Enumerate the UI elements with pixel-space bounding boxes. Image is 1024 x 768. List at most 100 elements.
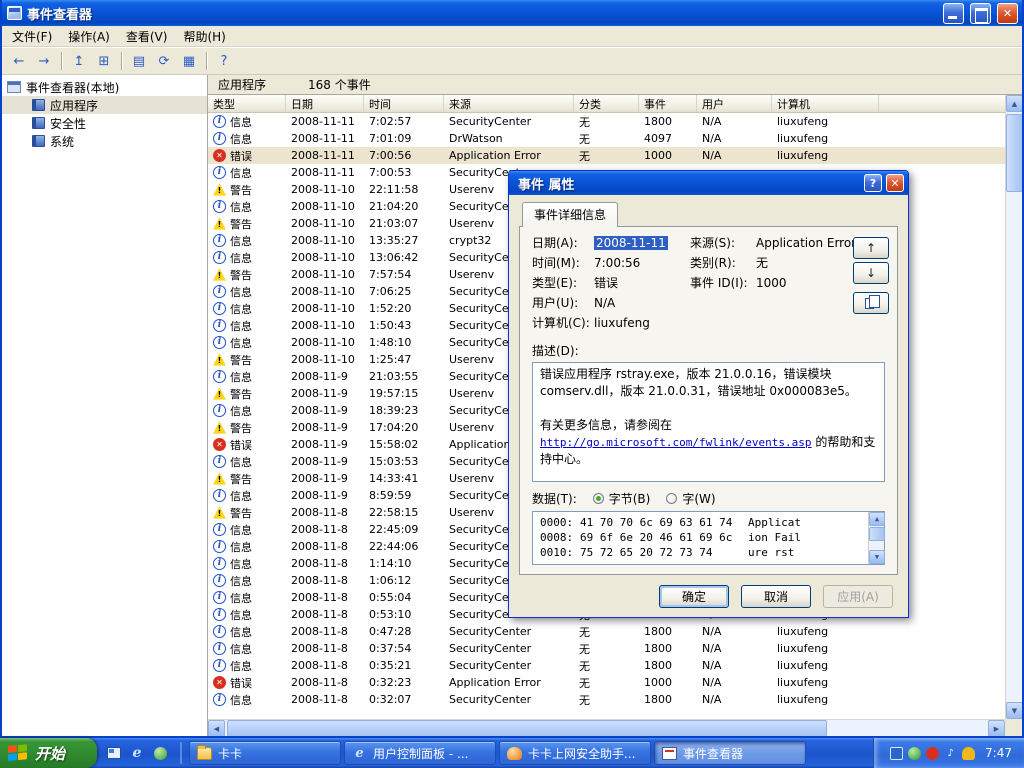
title-bar[interactable]: 事件查看器 ✕: [2, 0, 1022, 26]
event-row[interactable]: ✕错误2008-11-117:00:56Application Error无10…: [208, 147, 1005, 164]
dialog-help-button[interactable]: ?: [864, 174, 882, 192]
cell-event: 1000: [639, 149, 697, 162]
event-row[interactable]: i信息2008-11-117:02:57SecurityCenter无1800N…: [208, 113, 1005, 130]
close-button[interactable]: ✕: [997, 3, 1018, 24]
toolbar-export-list-button[interactable]: ▦: [177, 50, 201, 72]
column-header-time[interactable]: 时间: [364, 95, 444, 112]
vertical-scroll-thumb[interactable]: [1006, 114, 1022, 192]
horizontal-scrollbar[interactable]: ◀ ▶: [208, 719, 1005, 736]
tray-kaka-icon[interactable]: [908, 747, 921, 760]
cell-type: ✕错误: [208, 148, 286, 164]
hex-data-box[interactable]: 0000:41 70 70 6c 69 63 61 74Applicat0008…: [532, 511, 885, 565]
warning-icon: !: [213, 472, 226, 485]
cell-date: 2008-11-8: [286, 659, 364, 672]
menu-item-help[interactable]: 帮助(H): [175, 25, 233, 48]
apply-button: 应用(A): [823, 585, 893, 608]
hex-scroll-up-icon[interactable]: ▲: [869, 512, 885, 526]
column-header-type[interactable]: 类型: [208, 95, 286, 112]
event-count-label: 168 个事件: [308, 76, 371, 93]
toolbar-refresh-button[interactable]: ⟳: [152, 50, 176, 72]
tray-antivirus-icon[interactable]: [926, 747, 939, 760]
start-button[interactable]: 开始: [0, 738, 97, 768]
hex-scrollbar[interactable]: ▲ ▼: [868, 512, 884, 564]
cell-type: i信息: [208, 318, 286, 334]
tray-icons: ♪: [890, 747, 975, 760]
toolbar-back-button[interactable]: ←: [7, 50, 31, 72]
hex-scroll-thumb[interactable]: [869, 527, 885, 541]
tree-item-application-log[interactable]: 应用程序: [2, 96, 207, 114]
dialog-title-bar[interactable]: 事件 属性 ? ✕: [509, 171, 908, 195]
next-event-button[interactable]: ↓: [853, 262, 889, 284]
tab-event-details[interactable]: 事件详细信息: [522, 202, 618, 227]
tree-item-system-log[interactable]: 系统: [2, 132, 207, 150]
menu-item-file[interactable]: 文件(F): [4, 25, 60, 48]
info-icon: i: [213, 489, 226, 502]
events-help-link[interactable]: http://go.microsoft.com/fwlink/events.as…: [540, 436, 812, 449]
bytes-radio[interactable]: 字节(B): [593, 490, 651, 507]
tree-item-security-log[interactable]: 安全性: [2, 114, 207, 132]
dialog-close-button[interactable]: ✕: [886, 174, 904, 192]
event-row[interactable]: i信息2008-11-117:01:09DrWatson无4097N/Aliux…: [208, 130, 1005, 147]
description-box[interactable]: 错误应用程序 rstray.exe，版本 21.0.0.16，错误模块 coms…: [532, 362, 885, 482]
cell-computer: liuxufeng: [772, 625, 879, 638]
menu-item-view[interactable]: 查看(V): [118, 25, 176, 48]
toolbar-properties-button[interactable]: ▤: [127, 50, 151, 72]
event-row[interactable]: ✕错误2008-11-80:32:23Application Error无100…: [208, 674, 1005, 691]
toolbar-up-level-button[interactable]: ↥: [67, 50, 91, 72]
column-header-computer[interactable]: 计算机: [772, 95, 879, 112]
event-row[interactable]: i信息2008-11-80:35:21SecurityCenter无1800N/…: [208, 657, 1005, 674]
tree-root[interactable]: 事件查看器(本地): [2, 78, 207, 96]
column-header-user[interactable]: 用户: [697, 95, 772, 112]
info-icon: i: [213, 693, 226, 706]
maximize-button[interactable]: [970, 3, 991, 24]
horizontal-scroll-thumb[interactable]: [227, 720, 827, 736]
column-header-source[interactable]: 来源: [444, 95, 574, 112]
cancel-button[interactable]: 取消: [741, 585, 811, 608]
task-button-kaka-assistant[interactable]: 卡卡上网安全助手...: [499, 741, 651, 765]
event-row[interactable]: i信息2008-11-80:37:54SecurityCenter无1800N/…: [208, 640, 1005, 657]
scroll-left-icon[interactable]: ◀: [208, 720, 225, 736]
cell-type: i信息: [208, 607, 286, 623]
task-button-user-control-panel[interactable]: e用户控制面板 - ...: [344, 741, 496, 765]
scroll-down-icon[interactable]: ▼: [1006, 702, 1022, 719]
event-row[interactable]: i信息2008-11-80:47:28SecurityCenter无1800N/…: [208, 623, 1005, 640]
words-radio[interactable]: 字(W): [666, 490, 715, 507]
cell-type: i信息: [208, 556, 286, 572]
quick-launch-messenger-icon[interactable]: [152, 745, 168, 761]
column-header-event[interactable]: 事件: [639, 95, 697, 112]
scroll-up-icon[interactable]: ▲: [1006, 95, 1022, 112]
tray-monitor-icon[interactable]: [890, 747, 903, 760]
cell-date: 2008-11-8: [286, 676, 364, 689]
cell-time: 0:55:04: [364, 591, 444, 604]
hex-scroll-down-icon[interactable]: ▼: [869, 550, 885, 564]
copy-event-button[interactable]: [853, 292, 889, 314]
toolbar-show-tree-button[interactable]: ⊞: [92, 50, 116, 72]
cell-time: 7:02:57: [364, 115, 444, 128]
toolbar-help-button[interactable]: ?: [212, 50, 236, 72]
minimize-button[interactable]: [943, 3, 964, 24]
column-header-category[interactable]: 分类: [574, 95, 639, 112]
task-button-kaka-folder[interactable]: 卡卡: [189, 741, 341, 765]
tree-root-label: 事件查看器(本地): [26, 79, 119, 96]
cell-date: 2008-11-9: [286, 387, 364, 400]
quick-launch-show-desktop-icon[interactable]: [106, 745, 122, 761]
tray-safety-icon[interactable]: [962, 747, 975, 760]
event-row[interactable]: i信息2008-11-80:32:07SecurityCenter无1800N/…: [208, 691, 1005, 708]
task-button-event-viewer[interactable]: 事件查看器: [654, 741, 806, 765]
scroll-right-icon[interactable]: ▶: [988, 720, 1005, 736]
menu-item-action[interactable]: 操作(A): [60, 25, 118, 48]
hex-bytes: 75 72 65 20 72 73 74: [580, 545, 748, 560]
vertical-scrollbar[interactable]: ▲ ▼: [1005, 95, 1022, 719]
warning-icon: !: [213, 353, 226, 366]
cell-time: 1:25:47: [364, 353, 444, 366]
ok-button[interactable]: 确定: [659, 585, 729, 608]
quick-launch-ie-icon[interactable]: e: [129, 745, 145, 761]
event-type-label: 信息: [230, 131, 252, 147]
tray-volume-icon[interactable]: ♪: [944, 747, 957, 760]
cell-time: 7:00:53: [364, 166, 444, 179]
time-label: 时间(M):: [532, 256, 594, 271]
previous-event-button[interactable]: ↑: [853, 237, 889, 259]
column-header-date[interactable]: 日期: [286, 95, 364, 112]
toolbar-forward-button[interactable]: →: [32, 50, 56, 72]
event-type-label: 信息: [230, 284, 252, 300]
